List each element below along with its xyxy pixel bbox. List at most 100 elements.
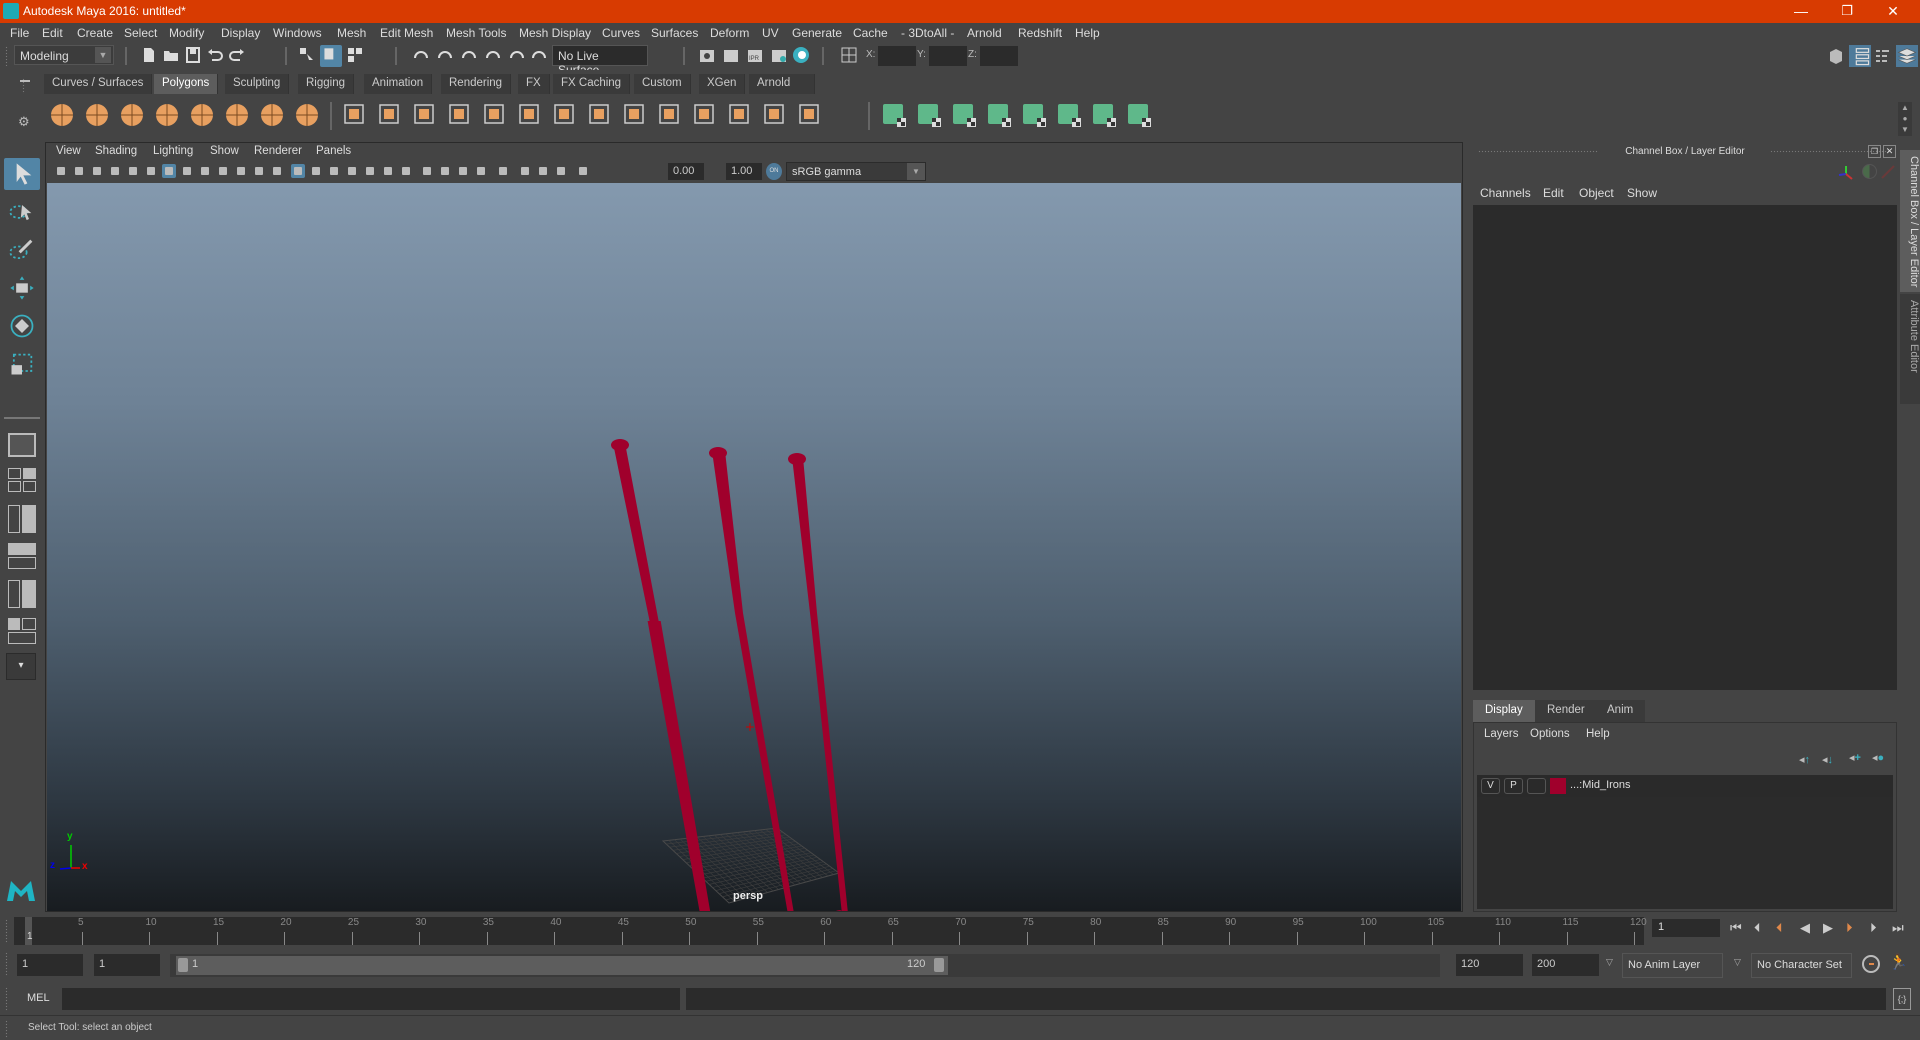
shelf-settings-icon[interactable]: ⚙ (18, 114, 30, 130)
select-by-object-button[interactable] (320, 45, 342, 67)
cylindrical-map-icon[interactable] (950, 100, 978, 128)
layer-menu-options[interactable]: Options (1530, 728, 1570, 740)
y-input[interactable] (929, 46, 967, 66)
menu-help[interactable]: Help (1075, 26, 1100, 40)
safe-action-icon[interactable] (252, 164, 266, 178)
insert-edge-loop-icon[interactable] (655, 100, 683, 128)
layer-playback-toggle[interactable]: P (1504, 778, 1523, 794)
layer-tab-render[interactable]: Render (1535, 700, 1597, 722)
command-input[interactable] (62, 988, 680, 1010)
step-forward-key-icon[interactable]: ⏵ (1846, 920, 1853, 936)
panel-menu-lighting[interactable]: Lighting (153, 145, 193, 157)
persp-outliner-layout-icon[interactable] (8, 505, 36, 533)
extract-icon[interactable] (480, 100, 508, 128)
poly-sphere-icon[interactable] (48, 100, 76, 128)
grid-icon[interactable] (162, 164, 176, 178)
channel-list[interactable] (1473, 205, 1897, 690)
field-chart-icon[interactable] (234, 164, 248, 178)
gamma-field[interactable]: 1.00 (726, 163, 762, 180)
shadows-icon[interactable] (399, 164, 413, 178)
menu-redshift[interactable]: Redshift (1018, 26, 1062, 40)
shelf-tab-polygons[interactable]: Polygons (154, 74, 219, 94)
playback-end-field[interactable]: 120 (1456, 954, 1523, 976)
scale-tool-icon[interactable] (6, 350, 38, 378)
animation-preferences-icon[interactable]: 🏃 (1889, 953, 1908, 971)
multi-cut-icon[interactable] (620, 100, 648, 128)
cut-uvs-icon[interactable] (1125, 100, 1153, 128)
menu-surfaces[interactable]: Surfaces (651, 26, 698, 40)
bridge-icon[interactable] (585, 100, 613, 128)
go-to-start-icon[interactable]: ⏮ (1730, 920, 1742, 936)
grease-pencil-icon[interactable] (144, 164, 158, 178)
select-by-hierarchy-icon[interactable] (298, 46, 316, 64)
cb-menu-edit[interactable]: Edit (1543, 186, 1564, 200)
poly-cone-icon[interactable] (153, 100, 181, 128)
make-live-icon[interactable] (530, 46, 548, 64)
menu-generate[interactable]: Generate (792, 26, 842, 40)
auto-keyframe-icon[interactable] (1862, 955, 1880, 973)
channel-box-toggle[interactable] (1896, 45, 1918, 67)
resolution-gate-icon[interactable] (198, 164, 212, 178)
select-by-component-icon[interactable] (346, 46, 364, 64)
separate-icon[interactable] (375, 100, 403, 128)
hyper-icon[interactable] (1880, 164, 1896, 180)
gate-mask-icon[interactable] (216, 164, 230, 178)
film-gate-icon[interactable] (180, 164, 194, 178)
isolate-select-icon[interactable] (496, 164, 510, 178)
shelf-tab-curves-surfaces[interactable]: Curves / Surfaces (44, 74, 153, 94)
rotate-tool-icon[interactable] (6, 312, 38, 340)
layer-row[interactable]: V P ...:Mid_Irons (1477, 775, 1893, 797)
current-frame-field[interactable]: 1 (1652, 919, 1720, 937)
exposure-icon[interactable] (576, 164, 590, 178)
poly-cylinder-icon[interactable] (118, 100, 146, 128)
depth-of-field-icon[interactable] (474, 164, 488, 178)
uv-editor-icon[interactable] (880, 100, 908, 128)
new-layer-selected-icon[interactable]: ◂● (1872, 751, 1884, 764)
menu-3dtoall[interactable]: - 3DtoAll - (901, 26, 954, 40)
menu-windows[interactable]: Windows (273, 26, 322, 40)
poly-pipe-icon[interactable] (293, 100, 321, 128)
camera-attributes-icon[interactable] (72, 164, 86, 178)
smooth-shade-icon[interactable] (309, 164, 323, 178)
new-scene-icon[interactable] (140, 46, 158, 64)
undo-icon[interactable] (206, 46, 224, 64)
uv-snapshot-icon[interactable] (1090, 100, 1118, 128)
step-back-frame-icon[interactable]: ⏴ (1754, 920, 1761, 936)
layer-visibility-toggle[interactable]: V (1481, 778, 1500, 794)
menu-mesh-display[interactable]: Mesh Display (519, 26, 591, 40)
xray-icon[interactable] (518, 164, 532, 178)
poly-torus-icon[interactable] (223, 100, 251, 128)
snap-to-surface-icon[interactable] (508, 46, 526, 64)
menu-arnold[interactable]: Arnold (967, 26, 1002, 40)
motion-blur-icon[interactable] (438, 164, 452, 178)
menu-create[interactable]: Create (77, 26, 113, 40)
shelf-scroll[interactable]: ▲ ● ▼ (1898, 102, 1912, 136)
shelf-menu-icon[interactable] (20, 80, 30, 82)
menu-mesh-tools[interactable]: Mesh Tools (446, 26, 506, 40)
restore-button[interactable]: ❐ (1824, 0, 1870, 23)
xray-active-components-icon[interactable] (536, 164, 550, 178)
live-surface-field[interactable]: No Live Surface (552, 45, 648, 77)
layer-display-type-toggle[interactable] (1527, 778, 1546, 794)
shelf-tab-fx-caching[interactable]: FX Caching (553, 74, 631, 94)
persp-outliner-graph-layout-icon[interactable] (8, 618, 36, 646)
2d-pan-zoom-icon[interactable] (126, 164, 140, 178)
animation-end-field[interactable]: 200 (1532, 954, 1599, 976)
new-layer-icon[interactable]: ◂+ (1849, 751, 1861, 764)
play-backwards-icon[interactable]: ◀ (1800, 920, 1810, 936)
step-back-key-icon[interactable]: ⏴ (1776, 920, 1783, 936)
menu-modify[interactable]: Modify (169, 26, 204, 40)
smooth-icon[interactable] (445, 100, 473, 128)
cb-menu-object[interactable]: Object (1579, 186, 1614, 200)
shelf-tab-fx[interactable]: FX (518, 74, 550, 94)
menu-edit-mesh[interactable]: Edit Mesh (380, 26, 433, 40)
wireframe-on-shaded-icon[interactable] (345, 164, 359, 178)
anim-layer-chevron-icon[interactable]: ▽ (1606, 957, 1613, 968)
planar-map-icon[interactable] (915, 100, 943, 128)
range-slider-bar[interactable] (176, 956, 948, 975)
paint-select-tool-icon[interactable] (6, 236, 38, 264)
textured-icon[interactable] (363, 164, 377, 178)
render-view-icon[interactable] (698, 46, 716, 64)
hypershade-persp-layout-icon[interactable] (8, 580, 36, 608)
range-start-handle[interactable] (178, 958, 188, 972)
